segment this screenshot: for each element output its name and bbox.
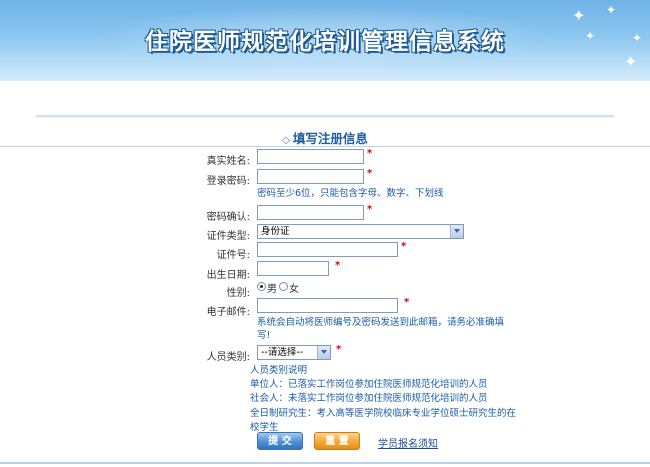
submit-button[interactable]: 提 交 [257, 432, 303, 450]
divider [36, 117, 614, 118]
sparkle-icon: ✦ [624, 52, 638, 71]
required-mark: * [367, 148, 373, 159]
person-type-select[interactable]: --请选择-- [257, 345, 331, 360]
divider [0, 462, 650, 464]
required-mark: * [335, 260, 341, 271]
notes-social: 社会人：未落实工作岗位参加住院医师规范化培训的人员 [250, 393, 488, 405]
password-input[interactable] [257, 169, 364, 184]
notes-unit: 单位人：已落实工作岗位参加住院医师规范化培训的人员 [250, 379, 488, 391]
birth-date-input[interactable] [257, 261, 329, 276]
header-banner: ✦ ✦ ✦ ✦ ✦ 住院医师规范化培训管理信息系统 [0, 0, 650, 81]
gender-male-radio[interactable] [257, 282, 266, 291]
gender-female-radio[interactable] [279, 282, 288, 291]
person-type-selected: --请选择-- [261, 347, 304, 358]
id-number-input[interactable] [257, 242, 398, 257]
password-confirm-input[interactable] [257, 205, 364, 220]
email-hint: 系统会自动将医师编号及密码发送到此邮箱，请务必准确填 写! [257, 317, 505, 341]
chevron-down-icon[interactable] [450, 225, 463, 238]
id-number-label: 证件号: [216, 250, 250, 261]
required-mark: * [401, 241, 407, 252]
password-confirm-label: 密码确认: [206, 212, 250, 223]
email-input[interactable] [257, 298, 398, 313]
gender-male-label: 男 [267, 284, 277, 295]
chevron-down-icon[interactable] [317, 346, 330, 359]
notes-fulltime: 全日制研究生：考入高等医学院校临床专业学位硕士研究生的在 [250, 407, 517, 419]
notes-title: 人员类别说明 [250, 365, 308, 376]
divider [0, 146, 650, 147]
notice-link[interactable]: 学员报名须知 [378, 435, 438, 450]
person-type-label: 人员类别: [206, 352, 250, 363]
real-name-input[interactable] [257, 149, 364, 164]
required-mark: * [367, 168, 373, 179]
id-type-select[interactable]: 身份证 [257, 224, 464, 239]
reset-button[interactable]: 重 置 [314, 432, 360, 450]
sparkle-icon: ✦ [606, 3, 617, 17]
password-hint: 密码至少6位，只能包含字母、数字、下划线 [257, 188, 444, 199]
email-label: 电子邮件: [206, 307, 250, 318]
required-mark: * [404, 297, 410, 308]
required-mark: * [367, 204, 373, 215]
required-mark: * [336, 344, 342, 355]
password-label: 登录密码: [206, 176, 250, 187]
gender-female-label: 女 [289, 284, 299, 295]
system-title: 住院医师规范化培训管理信息系统 [145, 29, 505, 55]
real-name-label: 真实姓名: [206, 156, 250, 167]
diamond-icon: ◇ [282, 135, 290, 146]
id-type-label: 证件类型: [206, 231, 250, 242]
id-type-selected: 身份证 [261, 226, 290, 237]
person-type-notes: 人员类别说明 单位人：已落实工作岗位参加住院医师规范化培训的人员 社会人：未落实… [250, 364, 516, 435]
section-title: ◇ 填写注册信息 [282, 131, 368, 146]
birth-date-label: 出生日期: [206, 270, 250, 281]
gender-label: 性别: [226, 288, 250, 299]
